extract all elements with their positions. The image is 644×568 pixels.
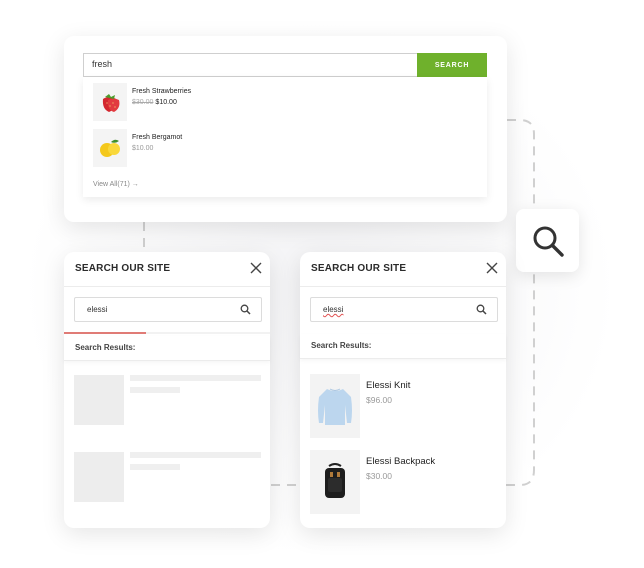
search-input-value: elessi: [323, 305, 344, 314]
results-label: Search Results:: [311, 341, 372, 350]
loading-progress: [64, 332, 270, 334]
result-price: $96.00: [366, 395, 392, 405]
skeleton-line: [130, 464, 180, 470]
panel-header: SEARCH OUR SITE: [64, 252, 270, 287]
skeleton-thumb: [74, 375, 124, 425]
panel-title: SEARCH OUR SITE: [311, 263, 407, 274]
search-tile: [516, 209, 579, 272]
search-suggestions-dropdown: Fresh Strawberries $30.00 $10.00 Fresh Be…: [83, 77, 487, 197]
search-input-value: elessi: [87, 305, 108, 314]
result-price: $30.00: [366, 471, 392, 481]
strawberry-image: [93, 83, 127, 121]
panel-title: SEARCH OUR SITE: [75, 263, 171, 274]
panel-header: SEARCH OUR SITE: [300, 252, 506, 287]
result-name: Elessi Knit: [366, 380, 411, 391]
header-search-bar: fresh SEARCH: [83, 53, 487, 77]
skeleton-thumb: [74, 452, 124, 502]
results-label: Search Results:: [75, 343, 136, 352]
search-panel-loading: SEARCH OUR SITE elessi Search Results:: [64, 252, 270, 528]
bergamot-image: [93, 129, 127, 167]
result-item[interactable]: Elessi Backpack $30.00: [310, 450, 500, 514]
search-icon[interactable]: [240, 304, 251, 315]
suggestion-price: $10.00: [132, 145, 153, 152]
suggestion-item[interactable]: Fresh Strawberries $30.00 $10.00: [93, 83, 473, 123]
search-icon: [533, 226, 564, 257]
result-name: Elessi Backpack: [366, 456, 436, 467]
skeleton-line: [130, 375, 261, 381]
header-search-input[interactable]: fresh: [92, 59, 112, 69]
close-icon[interactable]: [250, 262, 262, 274]
current-price: $10.00: [155, 99, 177, 106]
header-search-card: fresh SEARCH Fresh Strawberries $30.00 $1…: [64, 36, 507, 222]
skeleton-line: [130, 387, 180, 393]
result-item[interactable]: Elessi Knit $96.00: [310, 374, 500, 438]
search-input[interactable]: elessi: [310, 297, 498, 322]
results-bar: Search Results:: [300, 334, 506, 359]
suggestion-price: $30.00 $10.00: [132, 99, 177, 106]
search-input[interactable]: elessi: [74, 297, 262, 322]
suggestion-name: Fresh Bergamot: [132, 134, 183, 141]
current-price: $10.00: [132, 145, 154, 152]
backpack-image: [310, 450, 360, 514]
sweater-image: [310, 374, 360, 438]
loading-progress-fill: [64, 332, 147, 334]
skeleton-line: [130, 452, 261, 458]
search-icon[interactable]: [476, 304, 487, 315]
search-panel-results: SEARCH OUR SITE elessi Search Results: E…: [300, 252, 506, 528]
suggestion-item[interactable]: Fresh Bergamot $10.00: [93, 129, 473, 169]
suggestion-name: Fresh Strawberries: [132, 88, 192, 95]
view-all-link[interactable]: View All(71) →: [93, 181, 139, 188]
search-button[interactable]: SEARCH: [417, 53, 487, 77]
close-icon[interactable]: [486, 262, 498, 274]
results-bar: Search Results:: [64, 336, 270, 361]
old-price: $30.00: [132, 99, 154, 106]
